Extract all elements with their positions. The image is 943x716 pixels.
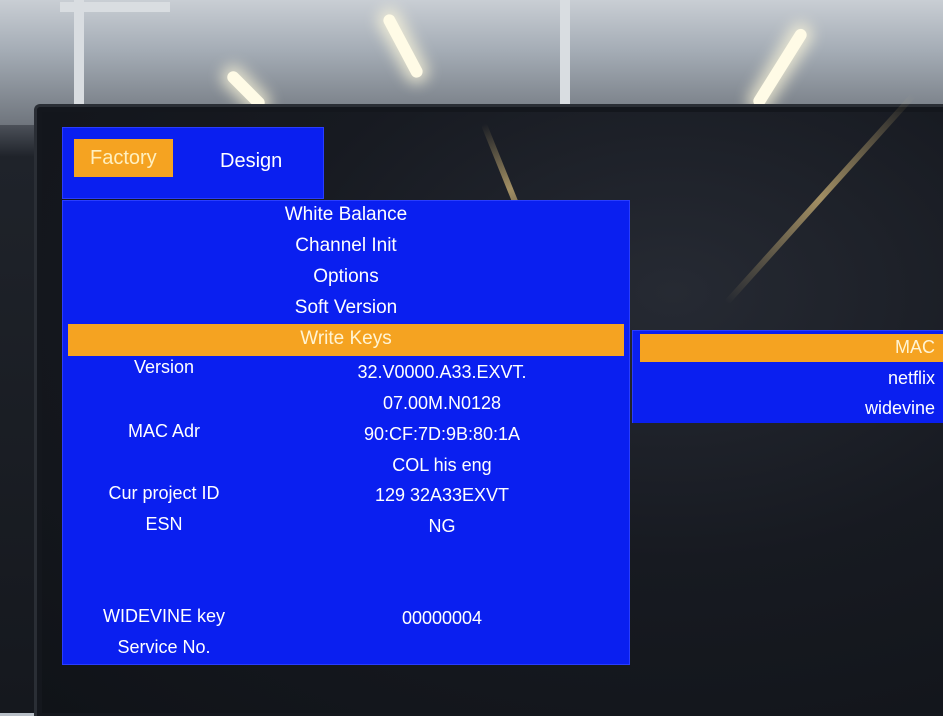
submenu-item-mac[interactable]: MAC (895, 337, 935, 358)
submenu-item-widevine[interactable]: widevine (865, 398, 935, 419)
menu-item-soft-version[interactable]: Soft Version (63, 297, 629, 319)
menu-item-options[interactable]: Options (63, 266, 629, 288)
widevine-key-label: WIDEVINE key (102, 606, 226, 626)
ceiling-bracket (60, 2, 170, 12)
tab-design[interactable]: Design (220, 142, 282, 180)
esn-label: ESN (145, 514, 183, 534)
mac-address-value: 90:CF:7D:9B:80:1A (363, 424, 521, 444)
mac-address-label: MAC Adr (127, 421, 201, 441)
col-value: COL his eng (392, 455, 492, 475)
version-label: Version (133, 357, 195, 377)
ceiling-pole (74, 0, 84, 110)
menu-item-write-keys-label: Write Keys (300, 328, 392, 349)
project-id-label: Cur project ID (108, 483, 220, 503)
version-value: 32.V0000.A33.EXVT. (357, 362, 527, 382)
widevine-key-value: 00000004 (401, 608, 483, 628)
tab-factory[interactable]: Factory (74, 139, 173, 177)
version-value-line2: 07.00M.N0128 (382, 393, 502, 413)
submenu-item-netflix[interactable]: netflix (888, 368, 935, 389)
menu-item-channel-init[interactable]: Channel Init (63, 235, 629, 257)
service-number-label: Service No. (117, 637, 211, 657)
ceiling-pole-right (560, 0, 570, 110)
esn-value: NG (428, 516, 456, 536)
menu-item-white-balance[interactable]: White Balance (63, 204, 629, 226)
project-id-value: 129 32A33EXVT (374, 485, 510, 505)
